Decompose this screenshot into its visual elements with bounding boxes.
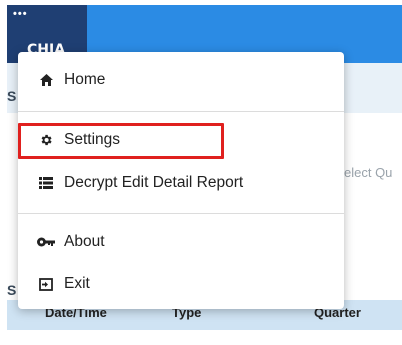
list-icon [18,177,64,189]
header-dots: ••• [13,8,28,20]
menu-item-settings[interactable]: Settings [18,120,344,160]
key-icon [18,237,64,247]
menu-item-label: Decrypt Edit Detail Report [64,174,244,191]
menu-divider [18,213,344,214]
section-title-bottom: S [7,282,17,298]
exit-icon [18,277,64,291]
menu-item-decrypt-edit-detail-report[interactable]: Decrypt Edit Detail Report [18,163,344,203]
gear-icon [18,133,64,147]
home-icon [18,74,64,86]
select-quarter-placeholder[interactable]: elect Qu [344,165,392,180]
section-title-top: S [7,88,17,104]
menu-item-exit[interactable]: Exit [18,264,344,304]
menu-item-label: Exit [64,275,90,292]
menu-divider [18,111,344,112]
menu-item-label: Settings [64,131,121,148]
menu-item-about[interactable]: About [18,222,344,262]
dropdown-menu: Home Settings Decrypt Edit Detail Report… [18,52,344,309]
menu-item-home[interactable]: Home [18,60,344,100]
menu-item-label: About [64,233,105,250]
menu-item-label: Home [64,71,106,88]
